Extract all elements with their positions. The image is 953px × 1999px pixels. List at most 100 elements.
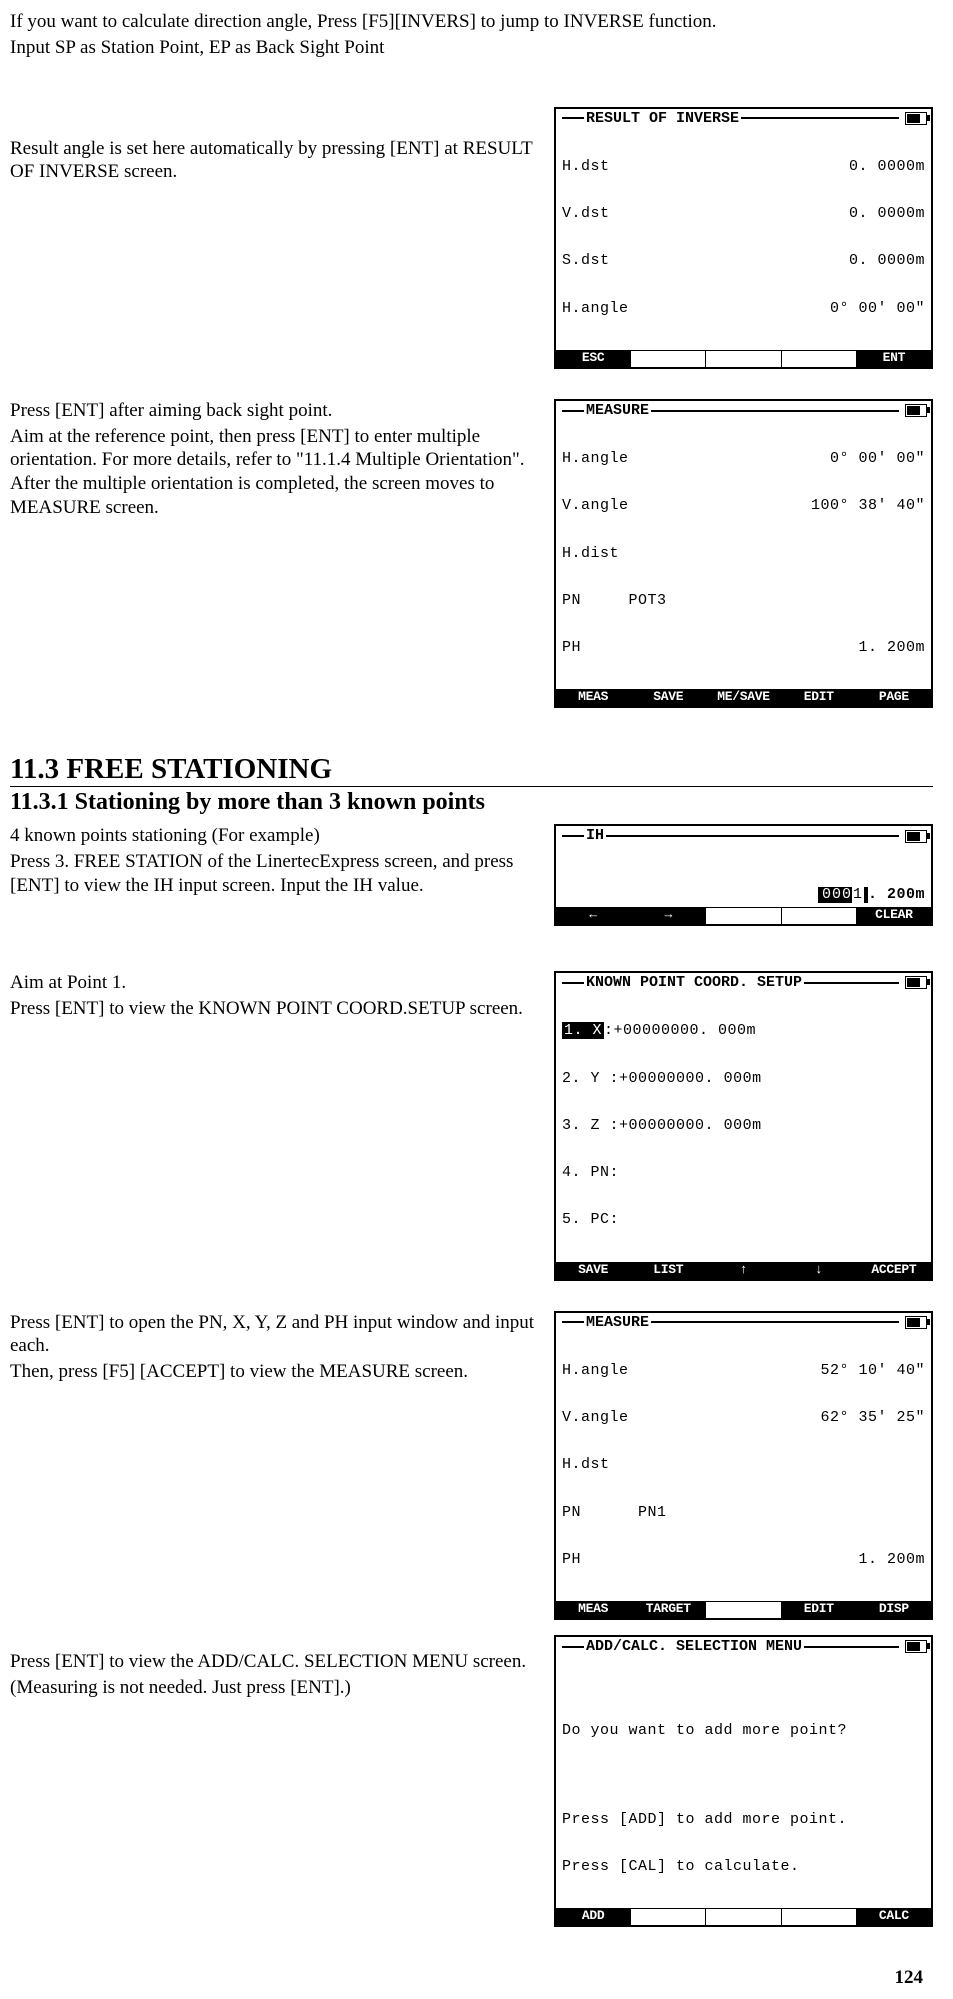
lcd-item[interactable]: 2. Y [562,1070,600,1087]
sk-empty [631,351,706,367]
battery-icon [905,112,927,125]
battery-icon [905,1316,927,1329]
battery-icon [905,1640,927,1653]
sk-list[interactable]: LIST [631,1263,706,1279]
lcd-label: H.angle [562,1363,629,1379]
lcd-label: H.angle [562,451,629,467]
lcd-label: V.angle [562,498,629,514]
lcd-value: 62° 35′ 25″ [820,1410,925,1426]
sk-clear[interactable]: CLEAR [857,908,931,924]
lcd-item-selected[interactable]: 1. X [562,1022,604,1039]
lcd-value: +00000000. 000m [619,1117,762,1134]
colon: : [610,1211,620,1228]
sk-empty [706,351,781,367]
step4-text2: Press [ENT] to view the KNOWN POINT COOR… [10,997,544,1021]
step4-text1: Aim at Point 1. [10,971,544,995]
sk-empty [782,1909,857,1925]
lcd-result-inverse: RESULT OF INVERSE H.dst0. 0000m V.dst0. … [554,107,933,369]
sk-meas[interactable]: MEAS [556,1602,631,1618]
lcd-value: 0. 0000m [849,206,925,222]
ih-input-field[interactable]: 0001 [818,887,868,903]
lcd-value: 0° 00′ 00″ [830,451,925,467]
lcd-value: 100° 38′ 40″ [811,498,925,514]
intro-p1: If you want to calculate direction angle… [10,10,933,34]
lcd-value: 1. 200m [858,640,925,656]
lcd-ih: IH 0001. 200m ← → CLEAR [554,824,933,926]
lcd-value: 0. 0000m [849,253,925,269]
lcd-prompt: Do you want to add more point? [562,1723,925,1739]
sk-right[interactable]: → [631,908,706,924]
sk-ent[interactable]: ENT [857,351,931,367]
sk-accept[interactable]: ACCEPT [857,1263,931,1279]
step5-text2: Then, press [F5] [ACCEPT] to view the ME… [10,1360,544,1384]
sk-empty [706,1602,781,1618]
sk-add[interactable]: ADD [556,1909,631,1925]
lcd-item[interactable]: 5. PC [562,1211,610,1228]
lcd-item[interactable]: 4. PN [562,1164,610,1181]
step-add-calc: Press [ENT] to view the ADD/CALC. SELECT… [10,1635,933,1927]
sk-save[interactable]: SAVE [631,690,706,706]
sk-empty [782,908,857,924]
step3-text1: 4 known points stationing (For example) [10,824,544,848]
ih-suffix: . 200m [868,887,925,903]
lcd-label: PN PN1 [562,1505,667,1521]
sk-down[interactable]: ↓ [782,1263,857,1279]
colon: : [610,1164,620,1181]
sk-edit[interactable]: EDIT [782,690,857,706]
step-measure-2: Press [ENT] to open the PN, X, Y, Z and … [10,1311,933,1621]
sk-target[interactable]: TARGET [631,1602,706,1618]
lcd-known-point: KNOWN POINT COORD. SETUP 1. X:+00000000.… [554,971,933,1281]
lcd-value: 52° 10′ 40″ [820,1363,925,1379]
sk-meas[interactable]: MEAS [556,690,631,706]
step3-text2: Press 3. FREE STATION of the LinertecExp… [10,850,544,898]
lcd-title: KNOWN POINT COORD. SETUP [586,975,802,991]
sk-edit[interactable]: EDIT [782,1602,857,1618]
lcd-item[interactable]: 3. Z [562,1117,600,1134]
battery-icon [905,976,927,989]
lcd-value: +00000000. 000m [619,1070,762,1087]
step2-text2: Aim at the reference point, then press [… [10,425,544,520]
lcd-label: V.angle [562,1410,629,1426]
sk-left[interactable]: ← [556,908,631,924]
lcd-value: 0° 00′ 00″ [830,301,925,317]
ih-cursor: 1 [852,886,864,903]
heading-11-3: 11.3 FREE STATIONING [10,753,933,787]
battery-icon [905,404,927,417]
lcd-title: RESULT OF INVERSE [586,111,739,127]
lcd-measure-1: MEASURE H.angle 0° 00′ 00″ V.angle 100° 38… [554,399,933,709]
step-result-inverse: Result angle is set here automatically b… [10,107,933,369]
lcd-value: 0. 0000m [849,159,925,175]
colon: : [610,1070,620,1087]
step1-text: Result angle is set here automatically b… [10,137,544,185]
sk-save[interactable]: SAVE [556,1263,631,1279]
heading-11-3-1: 11.3.1 Stationing by more than 3 known p… [10,789,933,816]
step-known-point: Aim at Point 1. Press [ENT] to view the … [10,971,933,1281]
lcd-hint: Press [CAL] to calculate. [562,1859,925,1875]
sk-empty [706,908,781,924]
step5-text1: Press [ENT] to open the PN, X, Y, Z and … [10,1311,544,1359]
lcd-label: H.dist [562,546,619,562]
sk-mesave[interactable]: ME/SAVE [706,690,781,706]
sk-page[interactable]: PAGE [857,690,931,706]
lcd-title: MEASURE [586,1315,649,1331]
lcd-value: +00000000. 000m [614,1022,757,1039]
sk-esc[interactable]: ESC [556,351,631,367]
colon: : [610,1117,620,1134]
lcd-title: MEASURE [586,403,649,419]
step-ih: 4 known points stationing (For example) … [10,824,933,926]
sk-up[interactable]: ↑ [706,1263,781,1279]
sk-calc[interactable]: CALC [857,1909,931,1925]
sk-disp[interactable]: DISP [857,1602,931,1618]
lcd-label: V.dst [562,206,610,222]
intro-p2: Input SP as Station Point, EP as Back Si… [10,36,933,60]
step6-text2: (Measuring is not needed. Just press [EN… [10,1676,544,1700]
lcd-measure-2: MEASURE H.angle 52° 10′ 40″ V.angle 62° 35… [554,1311,933,1621]
step6-text1: Press [ENT] to view the ADD/CALC. SELECT… [10,1650,544,1674]
lcd-add-calc: ADD/CALC. SELECTION MENU Do you want to … [554,1635,933,1927]
battery-icon [905,830,927,843]
lcd-title: IH [586,828,604,844]
colon: : [604,1022,614,1039]
ih-prefix: 000 [822,886,852,903]
lcd-label: PH [562,640,581,656]
lcd-label: PH [562,1552,581,1568]
